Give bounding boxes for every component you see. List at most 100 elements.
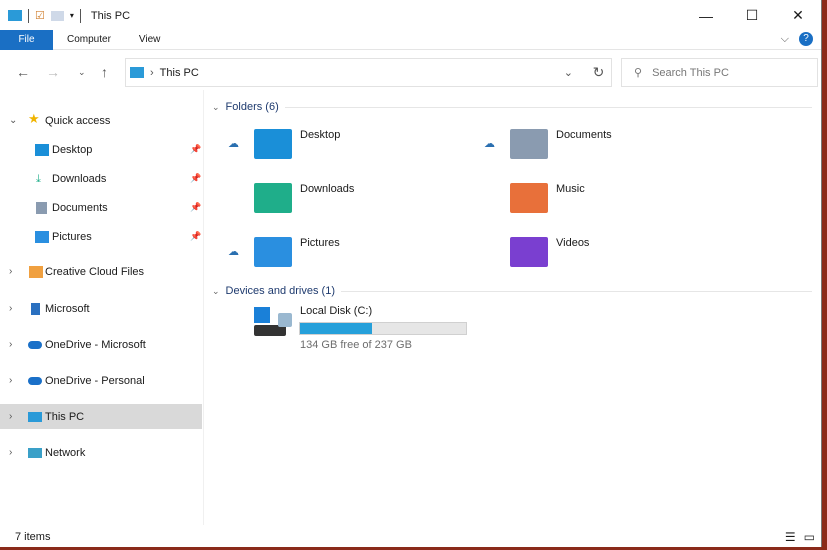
drive-free-space: 134 GB free of 237 GB <box>300 339 412 351</box>
sidebar-item-label: OneDrive - Microsoft <box>45 338 146 351</box>
sidebar-item-label: OneDrive - Personal <box>45 374 145 387</box>
tab-view[interactable]: View <box>125 30 175 50</box>
up-button[interactable]: ↑ <box>101 64 108 80</box>
drive-icon <box>254 307 294 339</box>
sidebar-item-microsoft[interactable]: › Microsoft <box>0 296 202 321</box>
status-bar: 7 items ☰ ▭ <box>0 527 821 547</box>
search-input[interactable]: ⚲ Search This PC <box>621 58 818 87</box>
folder-icon <box>254 129 292 159</box>
folder-videos[interactable]: Videos <box>484 237 734 287</box>
new-folder-icon[interactable] <box>50 10 64 21</box>
sidebar-item-label: Documents <box>52 201 108 214</box>
customize-toolbar-chevron-icon[interactable]: ▾ <box>70 11 74 20</box>
sidebar-item-label: Quick access <box>45 114 111 127</box>
back-button[interactable]: ← <box>16 64 30 80</box>
search-icon: ⚲ <box>634 67 643 79</box>
creative-cloud-icon <box>29 265 43 278</box>
chevron-right-icon[interactable]: › <box>9 339 12 350</box>
item-count: 7 items <box>15 531 51 543</box>
forward-button[interactable]: → <box>46 64 60 80</box>
close-button[interactable]: ✕ <box>775 0 821 31</box>
cloud-icon <box>28 340 42 349</box>
lock-icon <box>278 313 292 327</box>
chevron-right-icon[interactable]: › <box>9 303 12 314</box>
folder-music[interactable]: Music <box>484 183 734 233</box>
folder-downloads[interactable]: Downloads <box>228 183 478 233</box>
folder-documents[interactable]: ☁ Documents <box>484 129 734 179</box>
folder-name: Downloads <box>300 183 355 195</box>
folder-icon <box>510 129 548 159</box>
minimize-button[interactable]: — <box>683 0 729 31</box>
maximize-button[interactable]: ☐ <box>729 0 775 31</box>
details-view-icon[interactable]: ☰ <box>785 530 796 544</box>
sidebar-item-onedrive-personal[interactable]: › OneDrive - Personal <box>0 368 202 393</box>
sidebar-item-network[interactable]: › Network <box>0 440 202 465</box>
chevron-right-icon[interactable]: › <box>9 375 12 386</box>
large-icons-view-icon[interactable]: ▭ <box>804 530 815 544</box>
folder-icon <box>510 183 548 213</box>
folder-icon <box>510 237 548 267</box>
folder-name: Videos <box>556 237 590 249</box>
sidebar-item-label: Microsoft <box>45 302 90 315</box>
recent-locations-icon[interactable]: ⌄ <box>78 67 86 78</box>
chevron-right-icon[interactable]: › <box>9 447 12 458</box>
breadcrumb-this-pc[interactable]: This PC <box>160 67 199 79</box>
breadcrumb-separator-icon[interactable]: › <box>150 67 154 79</box>
drive-usage-fill <box>300 323 373 334</box>
sidebar-item-label: Desktop <box>52 143 93 156</box>
sidebar-item-downloads[interactable]: ⤓ Downloads 📌 <box>0 166 202 191</box>
cloud-status-icon: ☁ <box>228 246 239 258</box>
chevron-down-icon[interactable]: ⌄ <box>9 115 17 126</box>
refresh-button[interactable]: ↻ <box>585 58 612 87</box>
sidebar-item-documents[interactable]: Documents 📌 <box>0 195 202 220</box>
sidebar-item-pictures[interactable]: Pictures 📌 <box>0 224 202 249</box>
building-icon <box>31 302 40 315</box>
chevron-right-icon[interactable]: › <box>9 411 12 422</box>
sidebar-item-label: This PC <box>45 410 85 423</box>
folder-pictures[interactable]: ☁ Pictures <box>228 237 478 287</box>
pin-icon[interactable]: 📌 <box>190 231 201 242</box>
network-icon <box>28 447 42 458</box>
sidebar-item-label: Network <box>45 446 86 459</box>
folder-icon <box>254 237 292 267</box>
expand-ribbon-icon[interactable]: ⌵ <box>781 33 789 46</box>
help-icon[interactable]: ? <box>799 32 813 46</box>
pictures-icon <box>35 230 49 243</box>
chevron-right-icon[interactable]: › <box>9 266 12 277</box>
address-bar[interactable]: › This PC ⌄ <box>125 58 612 87</box>
sidebar-item-creative-cloud[interactable]: › Creative Cloud Files <box>0 259 202 284</box>
drive-local-disk-c[interactable]: Local Disk (C:) 134 GB free of 237 GB <box>254 305 554 355</box>
navigation-bar: ← → ⌄ ↑ › This PC ⌄ ↻ ⚲ Search This PC <box>0 58 821 87</box>
chevron-down-icon: ⌄ <box>212 101 220 112</box>
folders-group-header[interactable]: ⌄ Folders (6) <box>212 101 812 113</box>
window-title: This PC <box>90 9 131 22</box>
tab-file[interactable]: File <box>0 29 53 50</box>
sidebar-item-label: Creative Cloud Files <box>45 265 145 278</box>
drives-group-header[interactable]: ⌄ Devices and drives (1) <box>212 285 812 297</box>
sidebar-item-desktop[interactable]: Desktop 📌 <box>0 137 202 162</box>
ribbon-tabs: File Computer View ⌵? <box>0 29 821 50</box>
computer-icon <box>130 67 144 78</box>
sidebar-item-quick-access[interactable]: ⌄ ★ Quick access <box>0 108 202 133</box>
folder-name: Documents <box>556 129 612 141</box>
computer-icon <box>8 10 22 21</box>
properties-icon[interactable]: ☑ <box>35 9 45 22</box>
file-explorer-window: ☑ ▾ This PC — ☐ ✕ File Computer View ⌵? … <box>0 0 822 547</box>
sidebar-item-onedrive-microsoft[interactable]: › OneDrive - Microsoft <box>0 332 202 357</box>
pin-icon[interactable]: 📌 <box>190 144 201 155</box>
pin-icon[interactable]: 📌 <box>190 202 201 213</box>
pin-icon[interactable]: 📌 <box>190 173 201 184</box>
folder-desktop[interactable]: ☁ Desktop <box>228 129 478 179</box>
pane-divider[interactable] <box>203 90 204 525</box>
address-dropdown-icon[interactable]: ⌄ <box>564 66 573 79</box>
sidebar-item-label: Pictures <box>52 230 92 243</box>
folder-name: Music <box>556 183 585 195</box>
computer-icon <box>28 411 42 422</box>
folder-name: Pictures <box>300 237 340 249</box>
group-title: Folders (6) <box>225 101 279 113</box>
tab-computer[interactable]: Computer <box>53 30 125 50</box>
desktop-icon <box>35 143 49 156</box>
cloud-status-icon: ☁ <box>484 138 495 150</box>
sidebar-item-this-pc[interactable]: › This PC <box>0 404 202 429</box>
drive-name: Local Disk (C:) <box>300 305 373 317</box>
